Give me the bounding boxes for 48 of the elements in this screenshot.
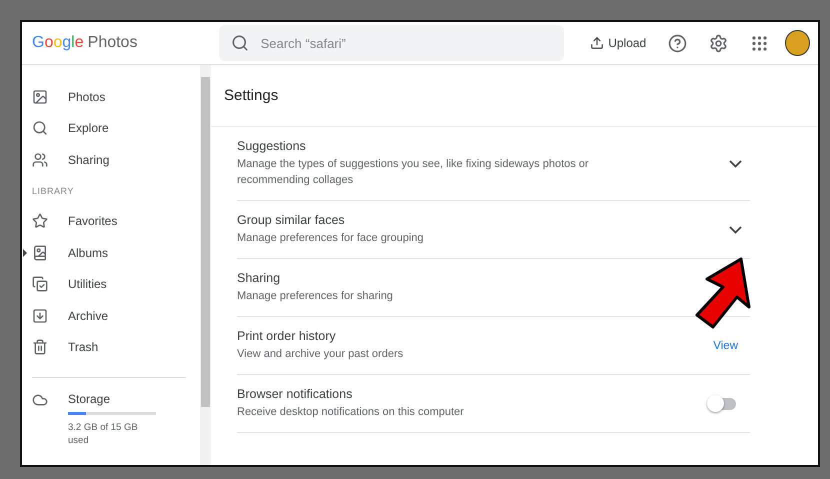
- settings-icon: [709, 34, 728, 52]
- setting-title: Print order history: [237, 329, 337, 343]
- setting-title: Browser notifications: [237, 387, 354, 401]
- nav-item[interactable]: Favorites: [22, 206, 200, 237]
- search-icon: [32, 120, 48, 136]
- page-title: Settings: [211, 65, 818, 127]
- checklist-icon: [32, 276, 48, 292]
- people-icon: [32, 152, 48, 168]
- nav-item[interactable]: Archive: [22, 300, 200, 332]
- apps-grid-icon: [750, 34, 770, 52]
- star-icon: [32, 213, 48, 230]
- search-field[interactable]: Search “safari”: [218, 25, 564, 61]
- photo-icon: [32, 88, 48, 105]
- notifications-toggle[interactable]: [710, 398, 736, 410]
- storage-usage: 3.2 GB of 15 GB used: [68, 421, 139, 447]
- caret-icon[interactable]: [23, 249, 27, 257]
- expand-button[interactable]: [727, 224, 744, 236]
- expand-button[interactable]: [727, 158, 744, 170]
- archive-icon: [32, 308, 48, 324]
- setting-title: Sharing: [237, 271, 282, 285]
- setting-title: Suggestions: [237, 139, 307, 153]
- setting-title: Group similar faces: [237, 213, 346, 227]
- app-logo[interactable]: Google Photos: [32, 34, 209, 52]
- upload-button[interactable]: Upload: [584, 32, 652, 54]
- view-link[interactable]: View: [713, 340, 738, 352]
- chevron-down-icon: [729, 226, 742, 234]
- upload-icon: [590, 36, 604, 50]
- setting-description: View and archive your past orders: [237, 347, 404, 362]
- nav-item[interactable]: Photos: [22, 81, 200, 112]
- section-label: LIBRARY: [31, 184, 75, 198]
- setting-description: Manage the types of suggestions you see, like fixing sideways photos or recommending collages: [237, 157, 590, 188]
- nav-item[interactable]: Explore: [22, 112, 200, 144]
- trash-icon: [32, 339, 48, 356]
- setting-description: Receive desktop notifications on this computer: [237, 405, 465, 420]
- nav-item[interactable]: Utilities: [22, 268, 200, 300]
- chevron-down-icon: [729, 160, 742, 168]
- avatar[interactable]: [785, 30, 810, 56]
- scrollbar[interactable]: [200, 65, 211, 465]
- search-icon: [230, 34, 249, 52]
- help-icon: [668, 34, 688, 52]
- storage-label: Storage: [68, 392, 112, 406]
- setting-description: Manage preferences for sharing: [237, 289, 394, 304]
- nav-item[interactable]: Albums: [22, 237, 200, 268]
- cloud-icon: [32, 392, 48, 408]
- nav-item[interactable]: Trash: [22, 332, 200, 363]
- setting-description: Manage preferences for face grouping: [237, 231, 425, 246]
- album-icon: [32, 244, 48, 261]
- nav-item[interactable]: Sharing: [22, 144, 200, 176]
